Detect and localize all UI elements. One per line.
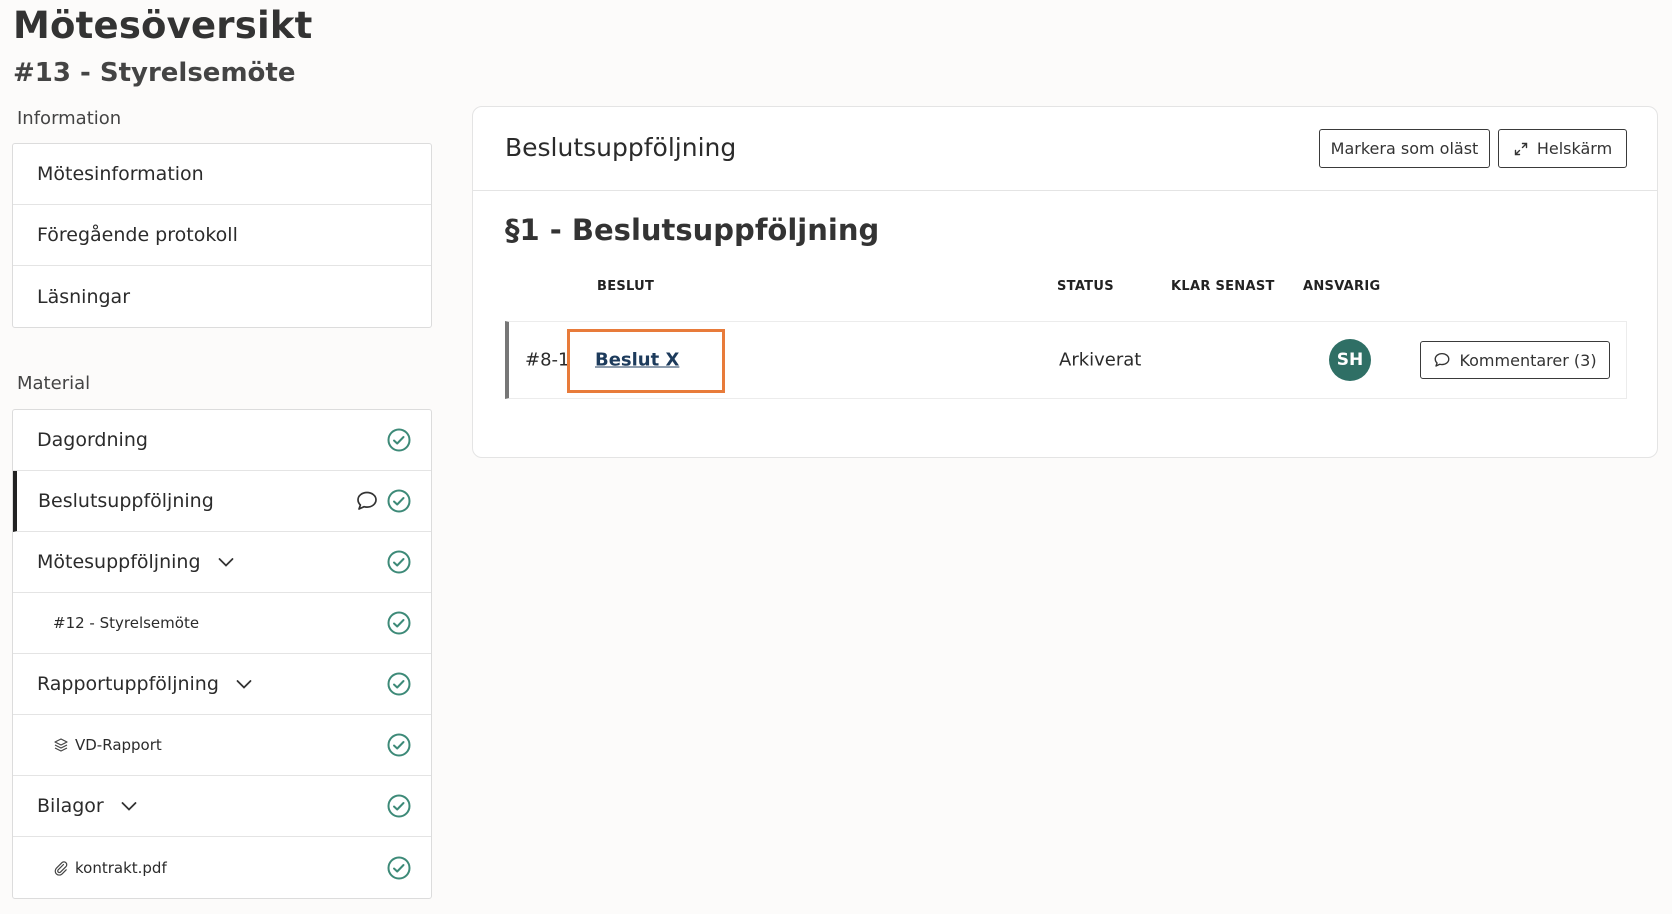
- nav-item-attachments[interactable]: Bilagor: [13, 776, 431, 837]
- nav-item-label: Mötesuppföljning: [37, 551, 201, 573]
- meeting-title: #13 - Styrelsemöte: [13, 58, 296, 88]
- nav-item-previous-minutes[interactable]: Föregående protokoll: [13, 205, 431, 266]
- nav-subitem-ceo-report[interactable]: VD-Rapport: [13, 715, 431, 776]
- column-header-decision: BESLUT: [597, 279, 655, 294]
- check-circle-icon: [387, 733, 411, 757]
- nav-item-label: #12 - Styrelsemöte: [53, 614, 200, 632]
- nav-subitem-meeting-12[interactable]: #12 - Styrelsemöte: [13, 593, 431, 654]
- nav-item-agenda[interactable]: Dagordning: [13, 410, 431, 471]
- information-panel: Mötesinformation Föregående protokoll Lä…: [12, 143, 432, 328]
- nav-item-label: VD-Rapport: [75, 736, 162, 754]
- fullscreen-label: Helskärm: [1536, 139, 1613, 158]
- check-circle-icon: [387, 672, 411, 696]
- chevron-down-icon[interactable]: [217, 553, 235, 571]
- comment-icon: [1435, 352, 1450, 367]
- fullscreen-button[interactable]: Helskärm: [1498, 129, 1627, 168]
- check-circle-icon: [387, 856, 411, 879]
- card-title: Beslutsuppföljning: [505, 133, 737, 162]
- decision-followup-card: Beslutsuppföljning Markera som oläst Hel…: [472, 106, 1658, 458]
- nav-item-label: Mötesinformation: [37, 163, 204, 185]
- information-label: Information: [17, 108, 122, 129]
- nav-item-decision-followup[interactable]: Beslutsuppföljning: [13, 471, 431, 532]
- column-header-owner: ANSVARIG: [1303, 279, 1381, 294]
- nav-item-meeting-followup[interactable]: Mötesuppföljning: [13, 532, 431, 593]
- status-value: Arkiverat: [1059, 349, 1142, 371]
- paperclip-icon: [53, 860, 69, 876]
- nav-item-label: Föregående protokoll: [37, 224, 238, 246]
- table-row[interactable]: #8-1 Beslut X Arkiverat SH Kommentarer (…: [505, 321, 1627, 399]
- avatar: SH: [1329, 339, 1371, 381]
- nav-item-label: Läsningar: [37, 285, 131, 308]
- nav-subitem-contract-pdf[interactable]: kontrakt.pdf: [13, 837, 431, 898]
- material-label: Material: [17, 373, 91, 394]
- check-circle-icon: [387, 489, 411, 513]
- chevron-down-icon[interactable]: [235, 675, 253, 693]
- mark-unread-button[interactable]: Markera som oläst: [1319, 129, 1490, 168]
- section-heading: §1 - Beslutsuppföljning: [505, 213, 880, 247]
- comments-label: Kommentarer (3): [1459, 350, 1597, 370]
- page-title: Mötesöversikt: [13, 4, 313, 47]
- nav-item-label: Rapportuppföljning: [37, 673, 219, 695]
- decision-id: #8-1: [525, 349, 570, 371]
- comment-icon: [357, 491, 377, 510]
- nav-item-report-followup[interactable]: Rapportuppföljning: [13, 654, 431, 715]
- check-circle-icon: [387, 428, 411, 452]
- nav-item-meeting-info[interactable]: Mötesinformation: [13, 144, 431, 205]
- column-header-due: KLAR SENAST: [1171, 279, 1275, 294]
- check-circle-icon: [387, 794, 411, 818]
- decision-link[interactable]: Beslut X: [595, 350, 679, 371]
- column-header-status: STATUS: [1057, 279, 1114, 294]
- comments-button[interactable]: Kommentarer (3): [1420, 341, 1610, 379]
- chevron-down-icon[interactable]: [120, 797, 138, 815]
- material-panel: Dagordning Beslutsuppföljning Mötesuppfö…: [12, 409, 432, 899]
- mark-unread-label: Markera som oläst: [1330, 139, 1479, 158]
- nav-item-label: Dagordning: [37, 429, 148, 451]
- nav-item-readings[interactable]: Läsningar: [13, 266, 431, 327]
- layers-icon: [53, 737, 69, 753]
- nav-item-label: Bilagor: [37, 795, 104, 817]
- check-circle-icon: [387, 611, 411, 635]
- card-header: Beslutsuppföljning Markera som oläst Hel…: [473, 107, 1657, 191]
- nav-item-label: Beslutsuppföljning: [38, 490, 214, 512]
- nav-item-label: kontrakt.pdf: [75, 858, 167, 877]
- expand-icon: [1514, 142, 1528, 155]
- check-circle-icon: [387, 550, 411, 574]
